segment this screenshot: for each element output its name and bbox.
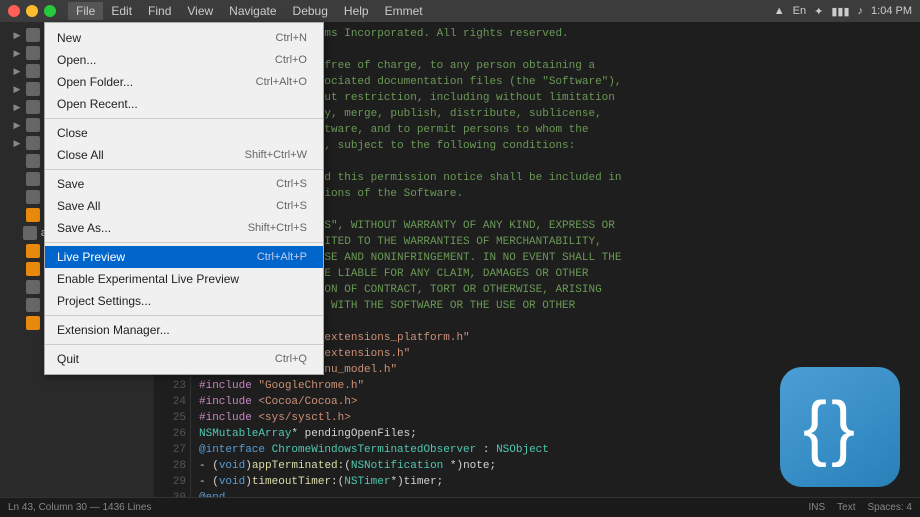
menu-item-label: Live Preview — [57, 250, 237, 264]
menu-item-open-folder[interactable]: Open Folder... Ctrl+Alt+O — [45, 71, 323, 93]
menu-item-shortcut: Ctrl+Alt+P — [257, 251, 307, 263]
folder-icon — [26, 100, 40, 114]
menu-item-label: Save All — [57, 199, 256, 213]
file-icon — [26, 190, 40, 204]
menu-item-label: Extension Manager... — [57, 323, 287, 337]
file-icon — [26, 172, 40, 186]
menu-item-label: Open... — [57, 53, 255, 67]
folder-icon — [26, 46, 40, 60]
arrow-icon: ▶ — [12, 138, 22, 148]
menu-item-open[interactable]: Open... Ctrl+O — [45, 49, 323, 71]
menu-item-label: New — [57, 31, 256, 45]
file-icon — [26, 316, 40, 330]
menu-navigate[interactable]: Navigate — [221, 2, 284, 20]
menu-item-enable-experimental[interactable]: Enable Experimental Live Preview — [45, 268, 323, 290]
menu-item-label: Project Settings... — [57, 294, 287, 308]
menu-item-open-recent[interactable]: Open Recent... — [45, 93, 323, 115]
menu-help[interactable]: Help — [336, 2, 377, 20]
file-icon — [26, 244, 40, 258]
menu-item-shortcut: Ctrl+Alt+O — [256, 76, 307, 88]
menu-item-label: Save — [57, 177, 256, 191]
menu-item-shortcut: Shift+Ctrl+W — [245, 149, 307, 161]
menu-bar: File Edit Find View Navigate Debug Help … — [68, 2, 431, 20]
arrow-icon: ▶ — [12, 30, 22, 40]
svg-text:{ }: { } — [803, 388, 854, 467]
bluetooth-icon: ✦ — [814, 5, 823, 18]
menu-item-label: Open Folder... — [57, 75, 236, 89]
clock: 1:04 PM — [871, 5, 912, 17]
battery-icon: ▮▮▮ — [831, 5, 849, 18]
menu-item-save[interactable]: Save Ctrl+S — [45, 173, 323, 195]
file-menu-dropdown: New Ctrl+N Open... Ctrl+O Open Folder...… — [44, 22, 324, 375]
file-icon — [26, 280, 40, 294]
menu-item-label: Save As... — [57, 221, 228, 235]
statusbar-syntax: Text — [837, 502, 855, 513]
statusbar-position: Ln 43, Column 30 — 1436 Lines — [8, 502, 809, 513]
file-icon — [26, 208, 40, 222]
menu-item-label: Close All — [57, 148, 225, 162]
menu-item-live-preview[interactable]: Live Preview Ctrl+Alt+P — [45, 246, 323, 268]
arrow-icon: ▶ — [12, 84, 22, 94]
menu-debug[interactable]: Debug — [285, 2, 336, 20]
maximize-button[interactable] — [44, 5, 56, 17]
menu-item-shortcut: Shift+Ctrl+S — [248, 222, 307, 234]
menu-file[interactable]: File — [68, 2, 103, 20]
menu-item-shortcut: Ctrl+S — [276, 178, 307, 190]
menu-item-shortcut: Ctrl+O — [275, 54, 307, 66]
titlebar: File Edit Find View Navigate Debug Help … — [0, 0, 920, 22]
menu-view[interactable]: View — [179, 2, 221, 20]
file-icon — [26, 154, 40, 168]
statusbar-right: INS Text Spaces: 4 — [809, 502, 913, 513]
arrow-icon: ▶ — [12, 66, 22, 76]
statusbar: Ln 43, Column 30 — 1436 Lines INS Text S… — [0, 497, 920, 517]
menu-item-extension-manager[interactable]: Extension Manager... — [45, 319, 323, 341]
separator — [45, 315, 323, 316]
menu-item-new[interactable]: New Ctrl+N — [45, 27, 323, 49]
separator — [45, 169, 323, 170]
statusbar-mode: INS — [809, 502, 826, 513]
window-controls — [8, 5, 56, 17]
menu-item-label: Quit — [57, 352, 255, 366]
folder-icon — [26, 64, 40, 78]
menu-find[interactable]: Find — [140, 2, 179, 20]
file-icon — [26, 298, 40, 312]
app-icon: { } — [780, 367, 900, 487]
separator — [45, 118, 323, 119]
menu-edit[interactable]: Edit — [103, 2, 140, 20]
menu-item-label: Close — [57, 126, 287, 140]
menu-item-project-settings[interactable]: Project Settings... — [45, 290, 323, 312]
arrow-icon: ▶ — [12, 120, 22, 130]
brackets-logo: { } — [780, 367, 900, 487]
arrow-icon: ▶ — [12, 48, 22, 58]
menu-item-shortcut: Ctrl+S — [276, 200, 307, 212]
folder-icon — [26, 28, 40, 42]
folder-icon — [26, 118, 40, 132]
volume-icon: ♪ — [858, 5, 864, 17]
wifi-icon: ▲ — [774, 5, 785, 17]
file-icon — [23, 226, 37, 240]
menu-item-save-as[interactable]: Save As... Shift+Ctrl+S — [45, 217, 323, 239]
menu-item-close-all[interactable]: Close All Shift+Ctrl+W — [45, 144, 323, 166]
lang-indicator: En — [793, 5, 806, 17]
close-button[interactable] — [8, 5, 20, 17]
folder-icon — [26, 136, 40, 150]
statusbar-spaces: Spaces: 4 — [868, 502, 912, 513]
brackets-svg: { } — [795, 387, 885, 467]
menu-item-label: Open Recent... — [57, 97, 287, 111]
folder-icon — [26, 82, 40, 96]
arrow-icon: ▶ — [12, 102, 22, 112]
menu-item-close[interactable]: Close — [45, 122, 323, 144]
menu-item-save-all[interactable]: Save All Ctrl+S — [45, 195, 323, 217]
titlebar-right: ▲ En ✦ ▮▮▮ ♪ 1:04 PM — [774, 5, 912, 18]
separator — [45, 344, 323, 345]
dropdown-menu-list: New Ctrl+N Open... Ctrl+O Open Folder...… — [44, 22, 324, 375]
menu-emmet[interactable]: Emmet — [377, 2, 431, 20]
separator — [45, 242, 323, 243]
menu-item-label: Enable Experimental Live Preview — [57, 272, 287, 286]
menu-item-quit[interactable]: Quit Ctrl+Q — [45, 348, 323, 370]
file-icon — [26, 262, 40, 276]
menu-item-shortcut: Ctrl+Q — [275, 353, 307, 365]
menu-item-shortcut: Ctrl+N — [276, 32, 307, 44]
minimize-button[interactable] — [26, 5, 38, 17]
